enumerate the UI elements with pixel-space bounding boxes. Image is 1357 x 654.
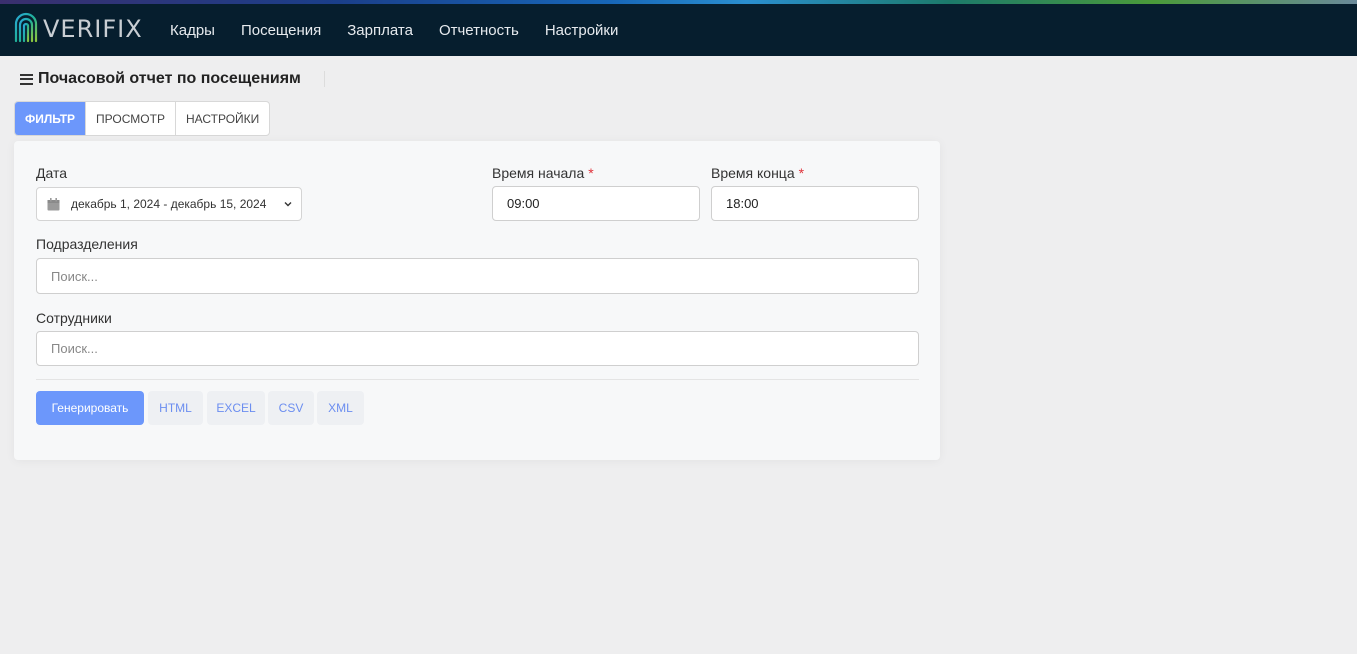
brand-logo[interactable]: VERIFIX: [13, 11, 143, 47]
start-time-label-text: Время начала: [492, 165, 585, 181]
export-excel-button[interactable]: EXCEL: [207, 391, 265, 425]
export-xml-button[interactable]: XML: [317, 391, 364, 425]
nav-item-reports[interactable]: Отчетность: [439, 22, 519, 39]
start-time-input[interactable]: [492, 186, 700, 221]
actions-divider: [36, 379, 919, 380]
page-title: Почасовой отчет по посещениям: [38, 70, 301, 87]
main-nav: Кадры Посещения Зарплата Отчетность Наст…: [157, 4, 631, 56]
nav-item-settings[interactable]: Настройки: [545, 22, 619, 39]
nav-item-staff[interactable]: Кадры: [170, 22, 215, 39]
title-divider: [324, 71, 325, 87]
start-time-label: Время начала *: [492, 165, 594, 181]
date-range-picker[interactable]: декабрь 1, 2024 - декабрь 15, 2024: [36, 187, 302, 221]
required-mark: *: [588, 165, 594, 181]
end-time-label-text: Время конца: [711, 165, 795, 181]
date-label: Дата: [36, 165, 68, 181]
divisions-search-input[interactable]: [36, 258, 919, 294]
export-csv-button[interactable]: CSV: [268, 391, 314, 425]
tab-preview[interactable]: ПРОСМОТР: [86, 102, 176, 135]
fingerprint-icon: [14, 12, 38, 43]
page-header: Почасовой отчет по посещениям: [20, 68, 301, 90]
required-mark: *: [798, 165, 805, 181]
chevron-down-icon: [284, 202, 292, 207]
tab-filter[interactable]: ФИЛЬТР: [15, 102, 87, 135]
calendar-icon: [47, 197, 60, 210]
date-range-value: декабрь 1, 2024 - декабрь 15, 2024: [71, 197, 267, 211]
employees-label: Сотрудники: [36, 310, 112, 326]
end-time-label: Время конца *: [711, 165, 804, 181]
brand-name: VERIFIX: [43, 15, 143, 43]
report-tabs: ФИЛЬТР ПРОСМОТР НАСТРОЙКИ: [14, 101, 271, 136]
top-navbar: VERIFIX Кадры Посещения Зарплата Отчетно…: [0, 0, 1357, 56]
nav-item-salary[interactable]: Зарплата: [347, 22, 413, 39]
export-html-button[interactable]: HTML: [148, 391, 203, 425]
tab-settings[interactable]: НАСТРОЙКИ: [176, 102, 269, 135]
employees-search-input[interactable]: [36, 331, 919, 366]
filter-card: Дата декабрь 1, 2024 - декабрь 15, 2024 …: [14, 141, 940, 460]
nav-item-attendance[interactable]: Посещения: [241, 22, 321, 39]
end-time-input[interactable]: [711, 186, 919, 221]
divisions-label: Подразделения: [36, 236, 138, 252]
hamburger-icon[interactable]: [20, 73, 33, 85]
generate-button[interactable]: Генерировать: [36, 391, 144, 425]
